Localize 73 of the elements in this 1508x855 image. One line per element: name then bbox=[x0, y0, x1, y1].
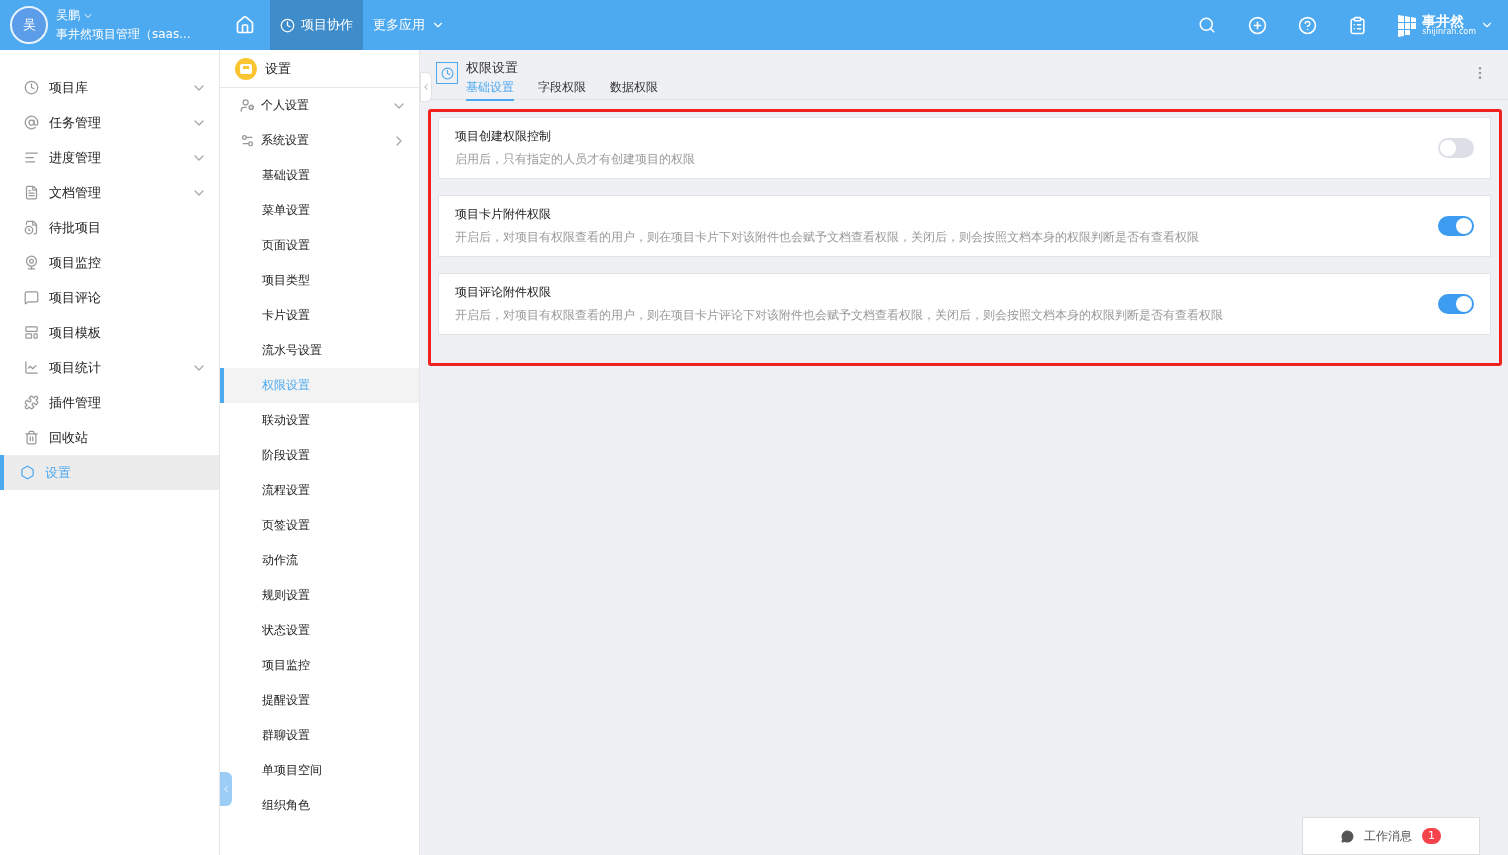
menu-item[interactable]: 基础设置 bbox=[234, 158, 419, 193]
menu-item[interactable]: 页签设置 bbox=[234, 508, 419, 543]
document-clock-icon bbox=[24, 220, 39, 235]
menu-item[interactable]: 流水号设置 bbox=[234, 333, 419, 368]
collapse-tab[interactable] bbox=[420, 72, 432, 102]
count-badge: 1 bbox=[1422, 828, 1441, 844]
setting-title: 项目评论附件权限 bbox=[455, 284, 552, 301]
sidebar-handle[interactable] bbox=[220, 772, 232, 806]
setting-description: 开启后，对项目有权限查看的用户，则在项目卡片下对该附件也会赋予文档查看权限，关闭后，则会按照文档本身的权限判断是否有查看权限 bbox=[455, 229, 1200, 246]
menu-title: 设置 bbox=[265, 59, 291, 78]
menu-group[interactable]: 系统设置 bbox=[220, 123, 419, 158]
settings-icon bbox=[20, 465, 35, 480]
menu-item[interactable]: 组织角色 bbox=[234, 788, 419, 823]
sidebar-item[interactable]: 任务管理 bbox=[0, 105, 219, 140]
sidebar-item[interactable]: 待批项目 bbox=[0, 210, 219, 245]
puzzle-icon bbox=[24, 395, 39, 410]
comment-icon bbox=[24, 290, 39, 305]
sidebar-item[interactable]: 回收站 bbox=[0, 420, 219, 455]
clock-icon bbox=[280, 17, 295, 33]
menu-item[interactable]: 项目类型 bbox=[234, 263, 419, 298]
sidebar-item[interactable]: 插件管理 bbox=[0, 385, 219, 420]
menu-item[interactable]: 流程设置 bbox=[234, 473, 419, 508]
toggle-switch[interactable] bbox=[1438, 294, 1474, 314]
sidebar-item[interactable]: 项目统计 bbox=[0, 350, 219, 385]
user-gear-icon bbox=[240, 98, 255, 113]
trash-icon bbox=[24, 430, 39, 445]
sidebar-item[interactable]: 进度管理 bbox=[0, 140, 219, 175]
setting-title: 项目创建权限控制 bbox=[455, 128, 552, 145]
toggle-switch[interactable] bbox=[1438, 138, 1474, 158]
setting-title: 项目卡片附件权限 bbox=[455, 206, 552, 223]
logo-domain: shijinran.com bbox=[1422, 28, 1476, 36]
at-sign-icon bbox=[24, 115, 39, 130]
sidebar-item[interactable]: 项目模板 bbox=[0, 315, 219, 350]
menu-item[interactable]: 动作流 bbox=[234, 543, 419, 578]
chart-icon bbox=[24, 360, 39, 375]
webcam-icon bbox=[24, 255, 39, 270]
messages-button[interactable]: 工作消息 1 bbox=[1302, 817, 1480, 855]
chevron-left-icon bbox=[221, 784, 231, 794]
sidebar-item[interactable]: 项目监控 bbox=[0, 245, 219, 280]
setting-description: 开启后，对项目有权限查看的用户，则在项目卡片评论下对该附件也会赋予文档查看权限，关闭后，则会按照文档本身的权限判断是否有查看权限 bbox=[455, 307, 1224, 324]
sidebar-item[interactable]: 项目评论 bbox=[0, 280, 219, 315]
organization-name: 事井然项目管理（saas... bbox=[56, 26, 191, 43]
logo-name: 事井然 bbox=[1422, 14, 1465, 28]
tab[interactable]: 字段权限 bbox=[538, 79, 586, 101]
menu-item[interactable]: 规则设置 bbox=[234, 578, 419, 613]
menu-group[interactable]: 个人设置 bbox=[220, 88, 419, 123]
clock-icon bbox=[24, 80, 39, 95]
menu-item[interactable]: 卡片设置 bbox=[234, 298, 419, 333]
menu-item[interactable]: 页面设置 bbox=[234, 228, 419, 263]
setting-description: 启用后，只有指定的人员才有创建项目的权限 bbox=[455, 151, 696, 168]
menu-item[interactable]: 提醒设置 bbox=[234, 683, 419, 718]
menu-item[interactable]: 菜单设置 bbox=[234, 193, 419, 228]
chevron-left-icon bbox=[421, 82, 431, 92]
menu-item[interactable]: 单项目空间 bbox=[234, 753, 419, 788]
document-icon bbox=[24, 185, 39, 200]
toggle-switch[interactable] bbox=[1438, 216, 1474, 236]
settings-badge-icon bbox=[235, 57, 257, 80]
nav-tab[interactable]: 项目协作 bbox=[270, 0, 363, 50]
menu-item[interactable]: 项目监控 bbox=[234, 648, 419, 683]
menu-item[interactable]: 状态设置 bbox=[234, 613, 419, 648]
sidebar-item[interactable]: 项目库 bbox=[0, 70, 219, 105]
clock-icon bbox=[436, 62, 458, 84]
list-icon bbox=[24, 150, 39, 165]
menu-item[interactable]: 阶段设置 bbox=[234, 438, 419, 473]
sidebar-item[interactable]: 文档管理 bbox=[0, 175, 219, 210]
page-title: 权限设置 bbox=[466, 59, 519, 77]
template-icon bbox=[24, 325, 39, 340]
menu-item[interactable]: 群聊设置 bbox=[234, 718, 419, 753]
tab[interactable]: 数据权限 bbox=[610, 79, 658, 101]
settings-panel-icon bbox=[240, 133, 255, 148]
logo-icon bbox=[1398, 13, 1419, 37]
menu-item[interactable]: 联动设置 bbox=[234, 403, 419, 438]
chat-icon bbox=[1341, 829, 1354, 843]
